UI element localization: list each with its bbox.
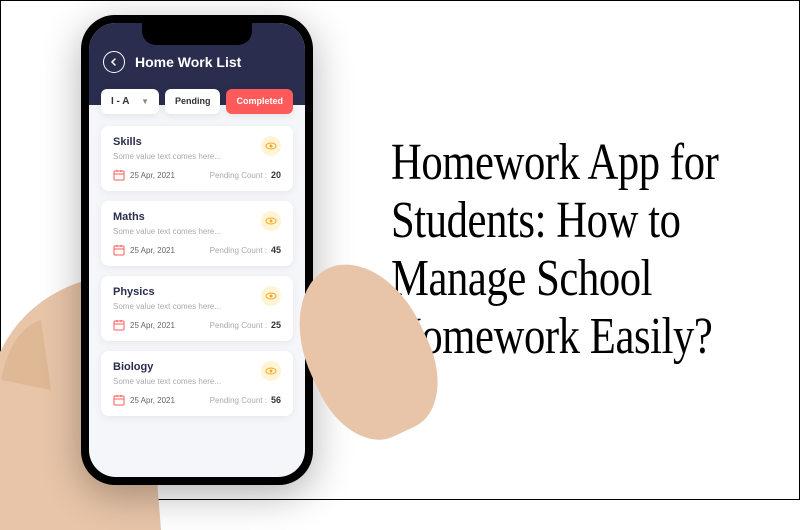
card-description: Some value text comes here... [113, 302, 281, 311]
calendar-icon [113, 394, 125, 406]
phone-section: Home Work List I - A ▼ Pending Completed [1, 0, 381, 500]
subject-name: Biology [113, 361, 281, 373]
card-description: Some value text comes here... [113, 227, 281, 236]
calendar-icon [113, 169, 125, 181]
date-wrap: 25 Apr, 2021 [113, 169, 175, 181]
card-description: Some value text comes here... [113, 152, 281, 161]
count-label: Pending Count : [210, 246, 267, 255]
card-footer: 25 Apr, 2021 Pending Count : 45 [113, 244, 281, 256]
filter-controls: I - A ▼ Pending Completed [89, 89, 305, 114]
chevron-down-icon: ▼ [141, 97, 149, 106]
calendar-icon [113, 244, 125, 256]
homework-list: Skills Some value text comes here... [89, 114, 305, 428]
card-footer: 25 Apr, 2021 Pending Count : 56 [113, 394, 281, 406]
homework-card[interactable]: Maths Some value text comes here... [101, 201, 293, 266]
count-wrap: Pending Count : 45 [210, 245, 281, 255]
count-value: 45 [271, 245, 281, 255]
count-label: Pending Count : [210, 396, 267, 405]
headline-section: Homework App for Students: How to Manage… [381, 104, 799, 397]
arrow-left-icon [109, 57, 119, 67]
homework-card[interactable]: Physics Some value text comes here... [101, 276, 293, 341]
date-text: 25 Apr, 2021 [130, 321, 175, 330]
count-value: 25 [271, 320, 281, 330]
homework-card[interactable]: Skills Some value text comes here... [101, 126, 293, 191]
page-title: Home Work List [135, 54, 241, 70]
eye-icon [265, 365, 277, 377]
date-wrap: 25 Apr, 2021 [113, 394, 175, 406]
card-description: Some value text comes here... [113, 377, 281, 386]
count-wrap: Pending Count : 56 [210, 395, 281, 405]
view-button[interactable] [261, 361, 281, 381]
count-value: 56 [271, 395, 281, 405]
tab-pending[interactable]: Pending [165, 89, 221, 114]
view-button[interactable] [261, 286, 281, 306]
card-footer: 25 Apr, 2021 Pending Count : 25 [113, 319, 281, 331]
homework-card[interactable]: Biology Some value text comes here... [101, 351, 293, 416]
date-wrap: 25 Apr, 2021 [113, 319, 175, 331]
page-container: Home Work List I - A ▼ Pending Completed [1, 1, 799, 499]
count-label: Pending Count : [210, 321, 267, 330]
phone-notch [142, 23, 252, 45]
calendar-icon [113, 319, 125, 331]
phone-screen: Home Work List I - A ▼ Pending Completed [89, 23, 305, 477]
view-button[interactable] [261, 136, 281, 156]
article-headline: Homework App for Students: How to Manage… [391, 134, 759, 367]
class-dropdown[interactable]: I - A ▼ [101, 89, 159, 114]
back-button[interactable] [103, 51, 125, 73]
date-wrap: 25 Apr, 2021 [113, 244, 175, 256]
date-text: 25 Apr, 2021 [130, 171, 175, 180]
count-wrap: Pending Count : 25 [210, 320, 281, 330]
eye-icon [265, 290, 277, 302]
card-footer: 25 Apr, 2021 Pending Count : 20 [113, 169, 281, 181]
subject-name: Maths [113, 211, 281, 223]
dropdown-value: I - A [111, 96, 130, 107]
count-wrap: Pending Count : 20 [210, 170, 281, 180]
subject-name: Skills [113, 136, 281, 148]
subject-name: Physics [113, 286, 281, 298]
eye-icon [265, 215, 277, 227]
date-text: 25 Apr, 2021 [130, 246, 175, 255]
tab-completed[interactable]: Completed [226, 89, 293, 114]
count-label: Pending Count : [210, 171, 267, 180]
count-value: 20 [271, 170, 281, 180]
date-text: 25 Apr, 2021 [130, 396, 175, 405]
eye-icon [265, 140, 277, 152]
view-button[interactable] [261, 211, 281, 231]
phone-frame: Home Work List I - A ▼ Pending Completed [81, 15, 313, 485]
